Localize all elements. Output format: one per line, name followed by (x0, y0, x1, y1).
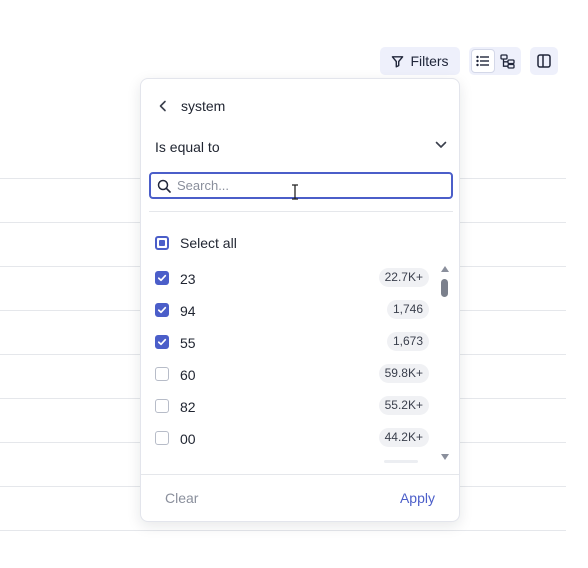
option-value: 00 (180, 431, 196, 447)
list-icon (476, 55, 489, 67)
filters-button[interactable]: Filters (380, 47, 460, 75)
option-value: 60 (180, 367, 196, 383)
option-row[interactable]: 23 22.7K+ (155, 267, 429, 289)
option-count-badge: 44.2K+ (378, 428, 429, 447)
tree-view-button[interactable] (495, 49, 519, 73)
option-row[interactable]: 55 1,673 (155, 331, 429, 353)
filter-footer: Clear Apply (141, 474, 459, 523)
filter-dropdown: system Is equal to Select all 23 22.7K+ 94… (140, 78, 460, 522)
select-all-label: Select all (180, 235, 237, 251)
operator-value: Is equal to (155, 139, 220, 155)
option-checkbox[interactable] (155, 303, 169, 317)
option-checkbox[interactable] (155, 367, 169, 381)
next-option-count-badge (384, 460, 418, 463)
list-view-button[interactable] (471, 49, 495, 73)
apply-button[interactable]: Apply (400, 490, 435, 506)
check-icon (157, 338, 167, 346)
chevron-down-icon (435, 141, 447, 148)
funnel-icon (392, 55, 404, 67)
row-divider (0, 530, 566, 531)
option-row[interactable]: 94 1,746 (155, 299, 429, 321)
option-list-scrollbar[interactable] (439, 265, 451, 461)
search-field[interactable] (149, 172, 453, 199)
chevron-left-icon[interactable] (157, 99, 169, 113)
option-value: 55 (180, 335, 196, 351)
option-row[interactable]: 60 59.8K+ (155, 363, 429, 385)
option-row[interactable]: 00 44.2K+ (155, 427, 429, 449)
scroll-down-arrow-icon[interactable] (440, 453, 450, 461)
split-panel-icon (537, 54, 551, 68)
option-checkbox[interactable] (155, 271, 169, 285)
option-checkbox[interactable] (155, 335, 169, 349)
search-input[interactable] (177, 176, 427, 195)
option-count-badge: 59.8K+ (378, 364, 429, 383)
option-checkbox[interactable] (155, 431, 169, 445)
operator-select[interactable]: Is equal to (155, 135, 447, 159)
view-toggle-group (469, 47, 521, 75)
check-icon (157, 306, 167, 314)
option-checkbox[interactable] (155, 399, 169, 413)
scroll-up-arrow-icon[interactable] (440, 265, 450, 273)
split-panel-button[interactable] (530, 47, 558, 75)
option-row[interactable]: 82 55.2K+ (155, 395, 429, 417)
option-count-badge: 22.7K+ (378, 268, 429, 287)
check-icon (157, 274, 167, 282)
option-count-badge: 1,673 (386, 332, 429, 351)
option-value: 94 (180, 303, 196, 319)
scrollbar-thumb[interactable] (441, 279, 448, 297)
tree-icon (499, 53, 515, 69)
option-count-badge: 1,746 (386, 300, 429, 319)
filters-label: Filters (410, 53, 449, 69)
filter-header: system (141, 79, 459, 135)
search-icon (157, 179, 171, 193)
select-all-checkbox[interactable]: Select all (155, 234, 237, 252)
filter-field-name: system (181, 98, 226, 114)
text-cursor-icon (292, 184, 298, 200)
option-value: 82 (180, 399, 196, 415)
divider (149, 211, 453, 212)
option-value: 23 (180, 271, 196, 287)
option-count-badge: 55.2K+ (378, 396, 429, 415)
clear-button[interactable]: Clear (165, 490, 198, 506)
partial-checkbox-icon (155, 236, 169, 250)
